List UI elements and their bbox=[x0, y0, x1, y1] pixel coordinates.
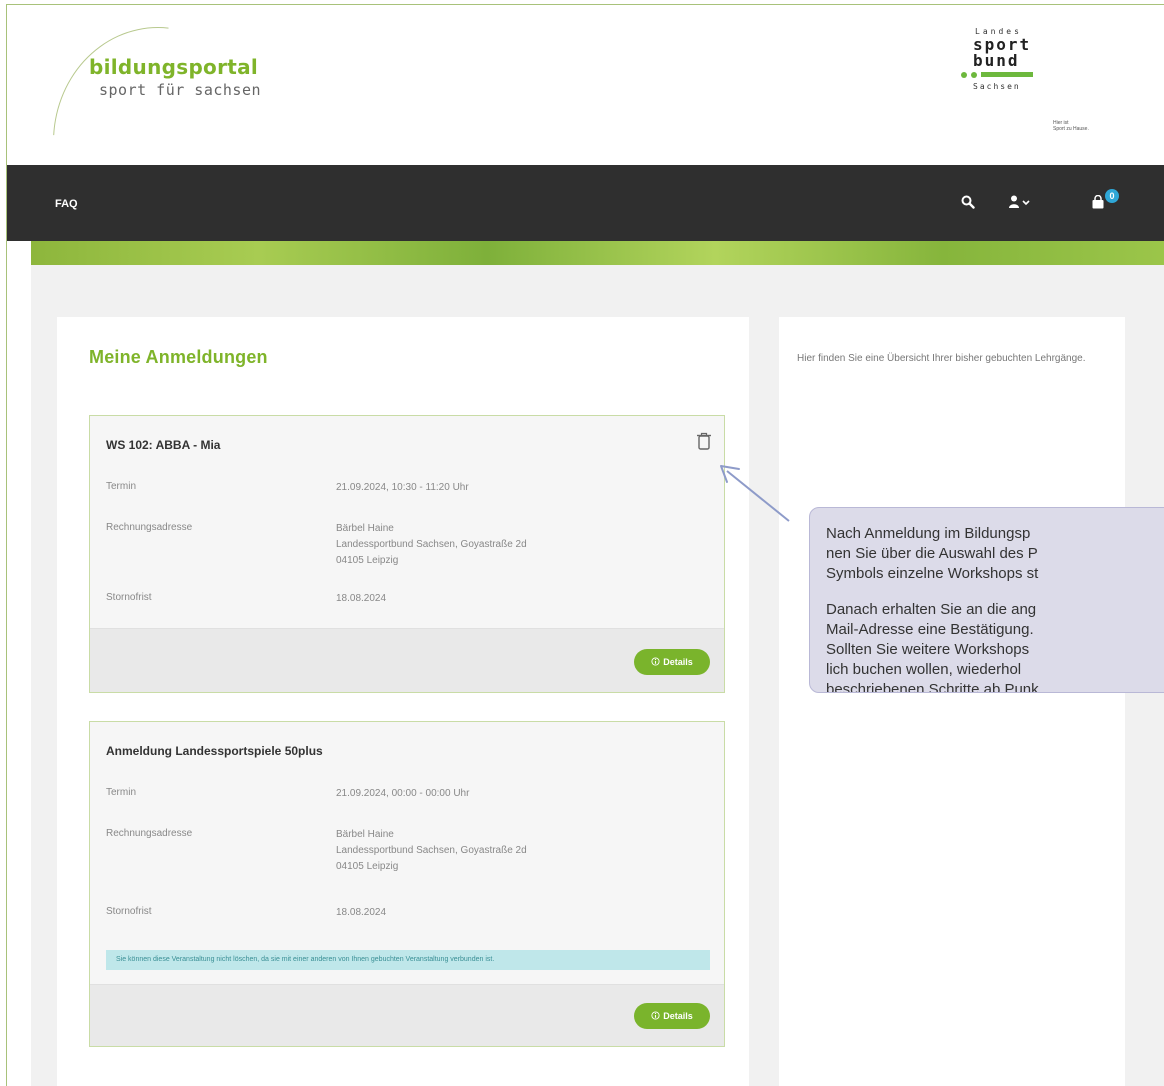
details-button-label: Details bbox=[663, 657, 693, 667]
tutorial-callout: Nach Anmeldung im Bildungsp nen Sie über… bbox=[809, 507, 1164, 693]
address-line-2: Landessportbund Sachsen, Goyastraße 2d bbox=[336, 539, 527, 550]
warning-notice: Sie können diese Veranstaltung nicht lös… bbox=[106, 950, 710, 970]
cart-count-badge: 0 bbox=[1105, 189, 1119, 203]
address-line-1: Bärbel Haine bbox=[336, 829, 394, 840]
logo-dot bbox=[961, 72, 967, 78]
logo-dot bbox=[971, 72, 977, 78]
callout-line: nen Sie über die Auswahl des P bbox=[826, 545, 1038, 562]
address-line-3: 04105 Leipzig bbox=[336, 861, 399, 872]
page-title: Meine Anmeldungen bbox=[89, 347, 268, 367]
registration-footer: Details bbox=[90, 628, 724, 692]
info-panel-text: Hier finden Sie eine Übersicht Ihrer bis… bbox=[797, 353, 1086, 364]
termin-label: Termin bbox=[106, 481, 137, 492]
partner-logo-line4: Sachsen bbox=[973, 82, 1021, 91]
termin-value: 21.09.2024, 00:00 - 00:00 Uhr bbox=[336, 788, 470, 799]
callout-line: Symbols einzelne Workshops st bbox=[826, 565, 1039, 582]
address-line-2: Landessportbund Sachsen, Goyastraße 2d bbox=[336, 845, 527, 856]
registration-footer: Details bbox=[90, 984, 724, 1046]
annotation-arrow bbox=[720, 465, 790, 522]
partner-logo: Landes sport bund Sachsen Hier ist Sport… bbox=[949, 27, 1129, 157]
info-panel bbox=[779, 317, 1125, 1086]
storno-value: 18.08.2024 bbox=[336, 593, 387, 604]
callout-line: Mail-Adresse eine Bestätigung. bbox=[826, 621, 1034, 638]
details-button-label: Details bbox=[663, 1011, 693, 1021]
user-icon[interactable] bbox=[1009, 195, 1031, 214]
registration-title: WS 102: ABBA - Mia bbox=[106, 438, 221, 452]
details-button[interactable]: Details bbox=[634, 1003, 710, 1029]
page-frame: bildungsportal sport für sachsen Landes … bbox=[6, 4, 1164, 1086]
partner-logo-line3: bund bbox=[973, 51, 1020, 70]
site-header: bildungsportal sport für sachsen Landes … bbox=[7, 5, 1164, 165]
registration-title: Anmeldung Landessportspiele 50plus bbox=[106, 744, 323, 758]
site-logo-subtitle: sport für sachsen bbox=[99, 81, 262, 99]
logo-bar bbox=[981, 72, 1033, 77]
storno-label: Stornofrist bbox=[106, 906, 152, 917]
address-line-3: 04105 Leipzig bbox=[336, 555, 399, 566]
termin-label: Termin bbox=[106, 787, 137, 798]
partner-logo-motto-2: Sport zu Hause. bbox=[1053, 126, 1089, 132]
storno-label: Stornofrist bbox=[106, 592, 152, 603]
decorative-stripe bbox=[31, 241, 1164, 265]
termin-value: 21.09.2024, 10:30 - 11:20 Uhr bbox=[336, 482, 469, 493]
address-label: Rechnungsadresse bbox=[106, 522, 193, 533]
nav-faq-link[interactable]: FAQ bbox=[55, 198, 78, 210]
callout-line: Nach Anmeldung im Bildungsp bbox=[826, 525, 1031, 542]
main-nav: FAQ 0 bbox=[7, 165, 1164, 241]
site-logo-title[interactable]: bildungsportal bbox=[89, 55, 258, 79]
callout-line: lich buchen wollen, wiederhol bbox=[826, 661, 1022, 678]
cart-icon[interactable] bbox=[1091, 194, 1105, 214]
registration-card: Anmeldung Landessportspiele 50plus Termi… bbox=[89, 721, 725, 1047]
info-circle-icon bbox=[651, 656, 660, 668]
address-line-1: Bärbel Haine bbox=[336, 523, 394, 534]
callout-line: beschriebenen Schritte ab Punk bbox=[826, 681, 1039, 693]
details-button[interactable]: Details bbox=[634, 649, 710, 675]
info-circle-icon bbox=[651, 1010, 660, 1022]
search-icon[interactable] bbox=[961, 195, 975, 214]
storno-value: 18.08.2024 bbox=[336, 907, 387, 918]
address-label: Rechnungsadresse bbox=[106, 828, 193, 839]
registration-card: WS 102: ABBA - Mia Termin 21.09.2024, 10… bbox=[89, 415, 725, 693]
callout-line: Danach erhalten Sie an die ang bbox=[826, 601, 1037, 618]
callout-line: Sollten Sie weitere Workshops bbox=[826, 641, 1030, 658]
